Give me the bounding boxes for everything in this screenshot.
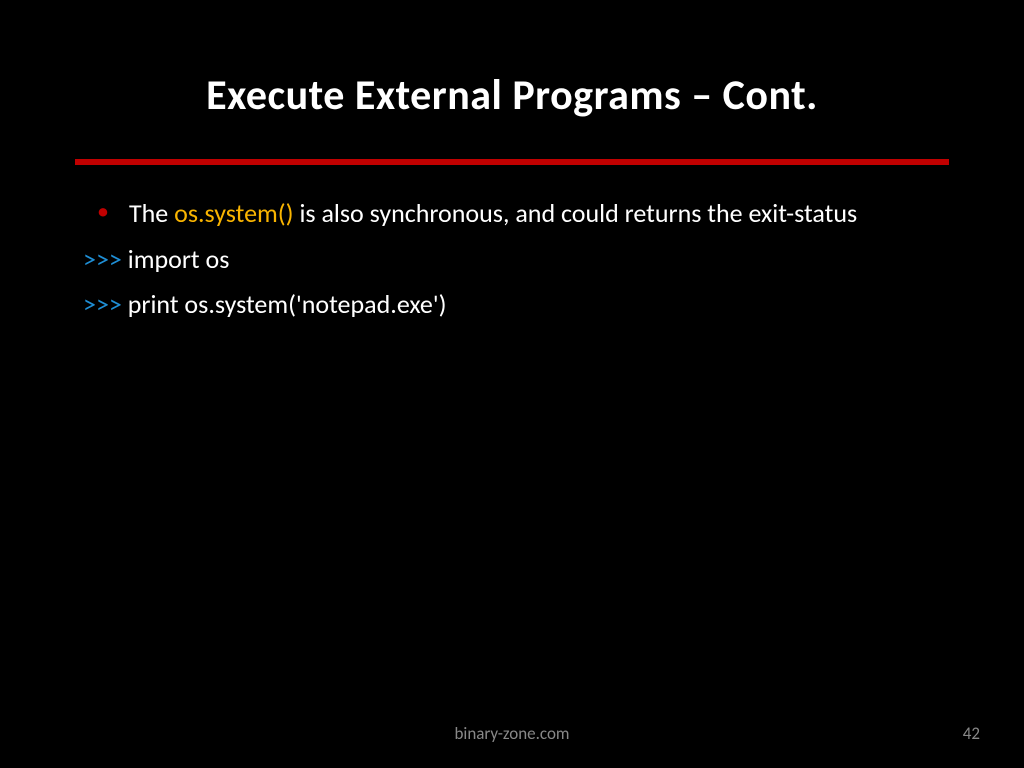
code-text-2: print os.system('notepad.exe') <box>122 288 447 320</box>
slide-title: Execute External Programs – Cont. <box>75 70 949 121</box>
code-line-1: >>> import os <box>83 239 949 281</box>
slide: Execute External Programs – Cont. • The … <box>0 0 1024 768</box>
divider-line <box>75 159 949 165</box>
bullet-icon: • <box>97 195 109 229</box>
footer-site: binary-zone.com <box>454 723 569 744</box>
footer: binary-zone.com <box>0 723 1024 744</box>
bullet-text: The os.system() is also synchronous, and… <box>129 195 949 233</box>
prompt-icon: >>> <box>83 243 122 275</box>
slide-content: • The os.system() is also synchronous, a… <box>75 195 949 326</box>
code-text-1: import os <box>122 243 230 275</box>
bullet-pre: The <box>129 197 174 229</box>
prompt-icon: >>> <box>83 288 122 320</box>
bullet-item: • The os.system() is also synchronous, a… <box>83 195 949 233</box>
page-number: 42 <box>963 723 980 744</box>
code-line-2: >>> print os.system('notepad.exe') <box>83 284 949 326</box>
bullet-highlight: os.system() <box>174 197 293 229</box>
bullet-post: is also synchronous, and could returns t… <box>294 197 858 229</box>
